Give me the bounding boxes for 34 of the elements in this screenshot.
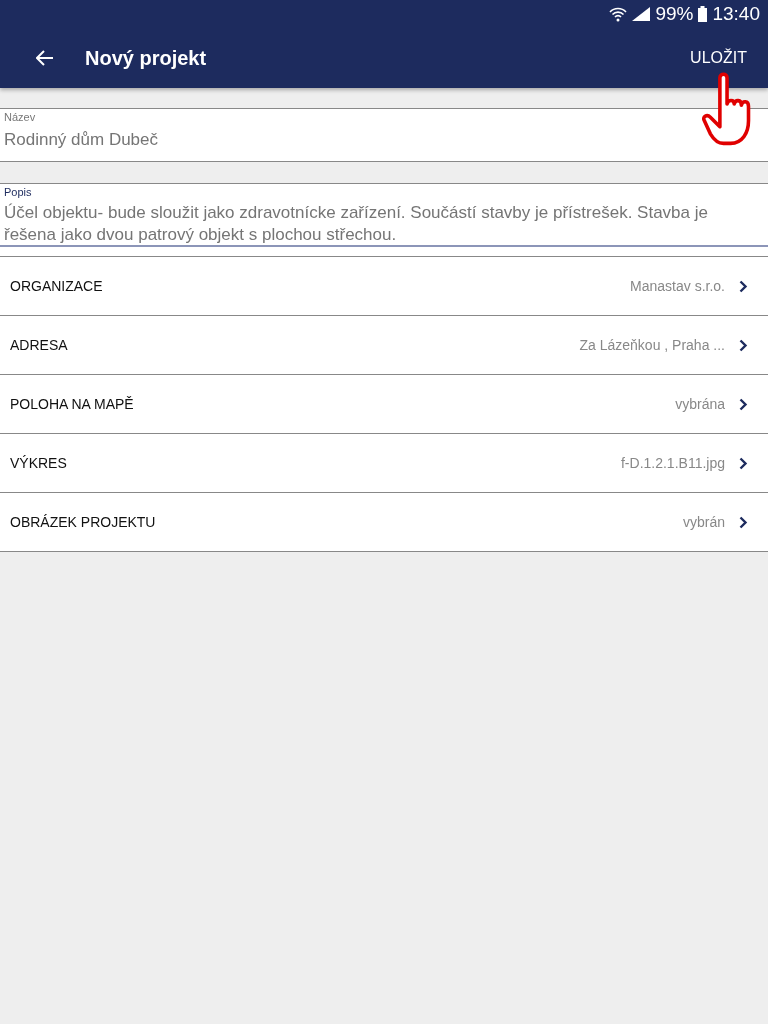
battery-percent: 99% [655,3,694,25]
item-label: VÝKRES [10,455,67,471]
wifi-icon [609,6,628,22]
item-value: Manastav s.r.o. [630,278,725,294]
item-value: Za Lázeňkou , Praha ... [579,337,725,353]
list-item[interactable]: VÝKRES f-D.1.2.1.B11.jpg [0,434,768,493]
item-label: ORGANIZACE [10,278,103,294]
status-time: 13:40 [712,3,760,25]
item-value: vybrán [682,514,725,530]
text-field[interactable]: Popis Účel objektu- bude sloužit jako zdravotnícke zařízení. Součástí stavby je přístrešek. Stavba je řešena jako dvou patrový objekt s plochou střechou. [0,183,768,257]
chevron-right-icon [739,515,748,529]
chevron-right-icon [739,456,748,470]
item-value: vybrána [675,396,725,412]
list-item[interactable]: POLOHA NA MAPĚ vybrána [0,375,768,434]
save-button[interactable]: ULOŽIT [681,41,756,75]
screen-title: Nový projekt [85,46,207,70]
chevron-right-icon [739,397,748,411]
field-value: Rodinný dům Dubeč [4,129,160,151]
field-value: Účel objektu- bude sloužit jako zdravotnícke zařízení. Součástí stavby je přístrešek. Stavba je řešena jako dvou patrový objekt s plochou střechou. [4,202,709,246]
back-arrow-icon[interactable] [36,50,54,66]
item-value: f-D.1.2.1.B11.jpg [620,455,725,471]
chevron-right-icon [739,338,748,352]
list-item[interactable]: OBRÁZEK PROJEKTU vybrán [0,493,768,552]
list-item[interactable]: ADRESA Za Lázeňkou , Praha ... [0,316,768,375]
text-field[interactable]: Název Rodinný dům Dubeč [0,108,768,162]
list-item[interactable]: ORGANIZACE Manastav s.r.o. [0,257,768,316]
field-label: Název [4,111,37,123]
chevron-right-icon [739,279,748,293]
battery-icon [698,6,708,22]
item-label: ADRESA [10,337,68,353]
item-label: OBRÁZEK PROJEKTU [10,514,156,530]
item-label: POLOHA NA MAPĚ [10,396,134,412]
signal-icon [632,7,651,21]
field-label: Popis [4,186,33,198]
